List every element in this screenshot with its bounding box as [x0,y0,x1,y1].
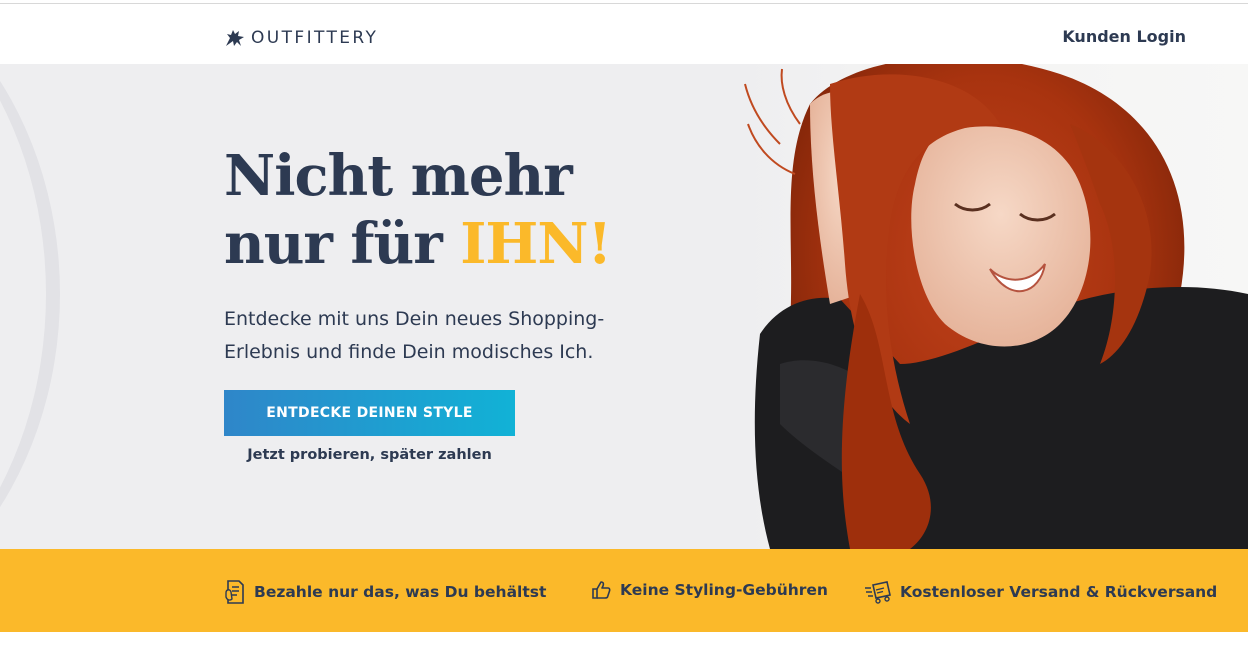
hero-photo [740,64,1248,549]
usp-bar: Bezahle nur das, was Du behältst Keine S… [0,549,1248,632]
customer-login-link[interactable]: Kunden Login [1062,27,1186,46]
brand-logo[interactable]: OUTFITTERY [224,27,378,49]
usp-item-no-fees: Keine Styling-Gebühren [590,579,828,601]
headline-line-1: Nicht mehr [224,143,573,209]
hero-headline: Nicht mehr nur für IHN! [224,142,612,278]
site-header: OUTFITTERY Kunden Login [0,5,1248,64]
thumbs-up-icon [592,581,611,599]
usp-label: Kostenloser Versand & Rückversand [900,583,1218,601]
headline-line-2: nur für [224,211,461,277]
usp-item-pay-only-kept: Bezahle nur das, was Du behältst [224,579,546,605]
usp-label: Bezahle nur das, was Du behältst [254,583,547,601]
decorative-arc [0,64,60,549]
usp-label: Keine Styling-Gebühren [620,581,828,599]
discover-style-button[interactable]: ENTDECKE DEINEN STYLE [224,390,515,436]
top-divider [0,0,1248,4]
brand-name: OUTFITTERY [251,28,379,48]
hero-section: Nicht mehr nur für IHN! Entdecke mit uns… [0,64,1248,549]
headline-accent: IHN! [460,211,612,277]
receipt-icon [225,580,244,604]
cta-note: Jetzt probieren, später zahlen [247,447,492,463]
griffin-logo-icon [226,30,244,46]
shipping-box-icon [865,581,891,604]
hero-subline: Entdecke mit uns Dein neues Shopping-Erl… [224,308,605,363]
usp-item-free-shipping: Kostenloser Versand & Rückversand [864,579,1217,605]
